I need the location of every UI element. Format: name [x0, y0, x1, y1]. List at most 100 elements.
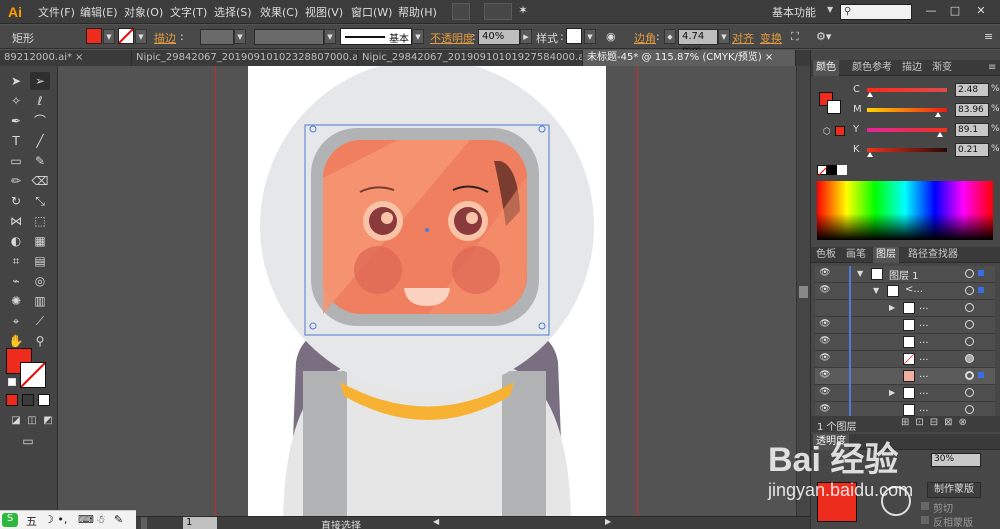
tab-pathfinder[interactable]: 路径查找器: [905, 247, 961, 263]
color-mode-icon[interactable]: [6, 394, 18, 406]
web-safe-swatch[interactable]: [835, 126, 845, 136]
visibility-eye-icon[interactable]: 👁: [817, 285, 833, 297]
black-slider[interactable]: K 0.21 %: [851, 143, 1000, 158]
graph-tool-icon[interactable]: ▥: [30, 292, 50, 310]
blend-tool-icon[interactable]: ◎: [30, 272, 50, 290]
brush-dropdown[interactable]: ▼: [412, 29, 424, 44]
slice-tool-icon[interactable]: ⟋: [30, 312, 50, 330]
stroke-color-box[interactable]: [20, 362, 46, 388]
layer-row-item[interactable]: ▶ ...: [815, 300, 995, 317]
keyboard-icon[interactable]: ⌨: [78, 513, 94, 526]
layer-row-top[interactable]: 👁 ▼ 图层 1: [815, 266, 995, 283]
stroke-weight-field[interactable]: [200, 29, 234, 45]
stroke-panel-link[interactable]: 描边: [154, 30, 176, 46]
target-icon[interactable]: [965, 354, 974, 363]
graphic-style-dropdown[interactable]: ▼: [584, 29, 596, 44]
tab-swatches[interactable]: 色板: [813, 247, 839, 263]
expand-triangle-icon[interactable]: ▶: [889, 388, 895, 397]
visibility-eye-icon[interactable]: 👁: [817, 370, 833, 382]
pen-tool-icon[interactable]: ✒: [6, 112, 26, 130]
panel-menu-icon[interactable]: ≡: [985, 60, 999, 76]
sogou-icon[interactable]: S: [2, 513, 18, 527]
menu-view[interactable]: 视图(V): [305, 4, 343, 20]
curvature-tool-icon[interactable]: ⌒: [30, 112, 50, 130]
workspace-switcher[interactable]: 基本功能: [772, 4, 816, 20]
black-swatch[interactable]: [827, 165, 837, 175]
color-stroke-swatch[interactable]: [827, 100, 841, 114]
eraser-icon[interactable]: ⌫: [30, 172, 50, 190]
gradient-tool-icon[interactable]: ▤: [30, 252, 50, 270]
type-tool-icon[interactable]: T: [6, 132, 26, 150]
artboard-tool-icon[interactable]: ⌖: [6, 312, 26, 330]
direct-selection-tool-icon[interactable]: ➢: [30, 72, 50, 90]
stroke-weight-dropdown[interactable]: ▼: [234, 29, 246, 44]
layer-row-item[interactable]: 👁 ...: [815, 334, 995, 351]
expand-triangle-icon[interactable]: ▼: [857, 269, 863, 278]
scale-tool-icon[interactable]: ⤡: [30, 192, 50, 210]
tab-layers[interactable]: 图层: [873, 247, 899, 263]
invert-mask-checkbox[interactable]: [921, 516, 929, 524]
layer-row-group[interactable]: 👁 ▼ <...: [815, 283, 995, 300]
magic-wand-icon[interactable]: ✧: [6, 92, 26, 110]
tab-stroke[interactable]: 描边: [899, 60, 925, 76]
selection-indicator[interactable]: [978, 287, 984, 293]
menu-edit[interactable]: 编辑(E): [80, 4, 118, 20]
make-mask-button[interactable]: 制作蒙版: [927, 482, 981, 498]
default-colors-icon[interactable]: [8, 378, 16, 386]
corner-label[interactable]: 边角: [634, 30, 656, 46]
lasso-icon[interactable]: ℓ: [30, 92, 50, 110]
shape-builder-icon[interactable]: ◐: [6, 232, 26, 250]
stroke-swatch[interactable]: [118, 28, 134, 44]
tab-color[interactable]: 颜色: [813, 60, 839, 76]
status-arrow-icon[interactable]: ◀: [433, 517, 439, 526]
bridge-icon[interactable]: [452, 3, 470, 20]
doc-tab-active[interactable]: 未标题-45* @ 115.87% (CMYK/预览) ×: [583, 50, 796, 66]
doc-tab-3[interactable]: Nipic_29842067_20190910101927584000.ai*×: [358, 50, 583, 66]
maximize-button[interactable]: □: [946, 4, 964, 18]
brush-definition[interactable]: 基本: [340, 28, 412, 45]
layer-row-item[interactable]: 👁 ...: [815, 351, 995, 368]
arrange-icon[interactable]: ⚙▾: [816, 30, 831, 43]
vertical-scrollbar[interactable]: [796, 66, 810, 516]
opacity-field[interactable]: 40%: [478, 29, 520, 45]
corner-dropdown[interactable]: ▼: [718, 29, 730, 44]
canvas[interactable]: [59, 66, 796, 516]
doc-tab-2[interactable]: Nipic_29842067_20190910102328807000.ai*×: [132, 50, 358, 66]
pencil-icon[interactable]: ✏: [6, 172, 26, 190]
visibility-eye-icon[interactable]: 👁: [817, 387, 833, 399]
menu-object[interactable]: 对象(O): [124, 4, 163, 20]
transform-panel-link[interactable]: 变换: [760, 30, 782, 46]
isolate-icon[interactable]: ⛶: [791, 30, 799, 44]
visibility-eye-icon[interactable]: 👁: [817, 404, 833, 416]
tab-color-guide[interactable]: 颜色参考: [849, 60, 895, 76]
nav-prev[interactable]: [141, 517, 147, 529]
fill-dropdown[interactable]: ▼: [103, 29, 115, 44]
close-button[interactable]: ✕: [972, 4, 990, 18]
corner-stepper[interactable]: ◆: [664, 29, 676, 44]
target-icon[interactable]: [965, 371, 974, 380]
recolor-icon[interactable]: ◉: [606, 30, 616, 43]
corner-radius-field[interactable]: 4.74 mm: [678, 29, 718, 56]
help-search-input[interactable]: ⚲: [840, 4, 912, 20]
none-swatch[interactable]: [817, 165, 829, 177]
gradient-mode-icon[interactable]: [22, 394, 34, 406]
expand-triangle-icon[interactable]: ▶: [889, 303, 895, 312]
minimize-button[interactable]: —: [922, 4, 940, 18]
layer-row-item[interactable]: 👁 ...: [815, 317, 995, 334]
visibility-eye-icon[interactable]: 👁: [817, 336, 833, 348]
transparency-opacity-field[interactable]: 30%: [931, 453, 981, 467]
yellow-slider[interactable]: Y 89.1 %: [851, 123, 1000, 138]
menu-help[interactable]: 帮助(H): [398, 4, 437, 20]
graphic-style-swatch[interactable]: [566, 28, 582, 44]
menu-effect[interactable]: 效果(C): [260, 4, 298, 20]
mesh-tool-icon[interactable]: ⌗: [6, 252, 26, 270]
menu-type[interactable]: 文字(T): [170, 4, 207, 20]
white-swatch[interactable]: [837, 165, 847, 175]
clip-checkbox[interactable]: [921, 502, 929, 510]
symbol-sprayer-icon[interactable]: ✺: [6, 292, 26, 310]
perspective-grid-icon[interactable]: ▦: [30, 232, 50, 250]
menu-file[interactable]: 文件(F): [38, 4, 75, 20]
target-icon[interactable]: [965, 286, 974, 295]
target-icon[interactable]: [965, 388, 974, 397]
target-icon[interactable]: [965, 269, 974, 278]
